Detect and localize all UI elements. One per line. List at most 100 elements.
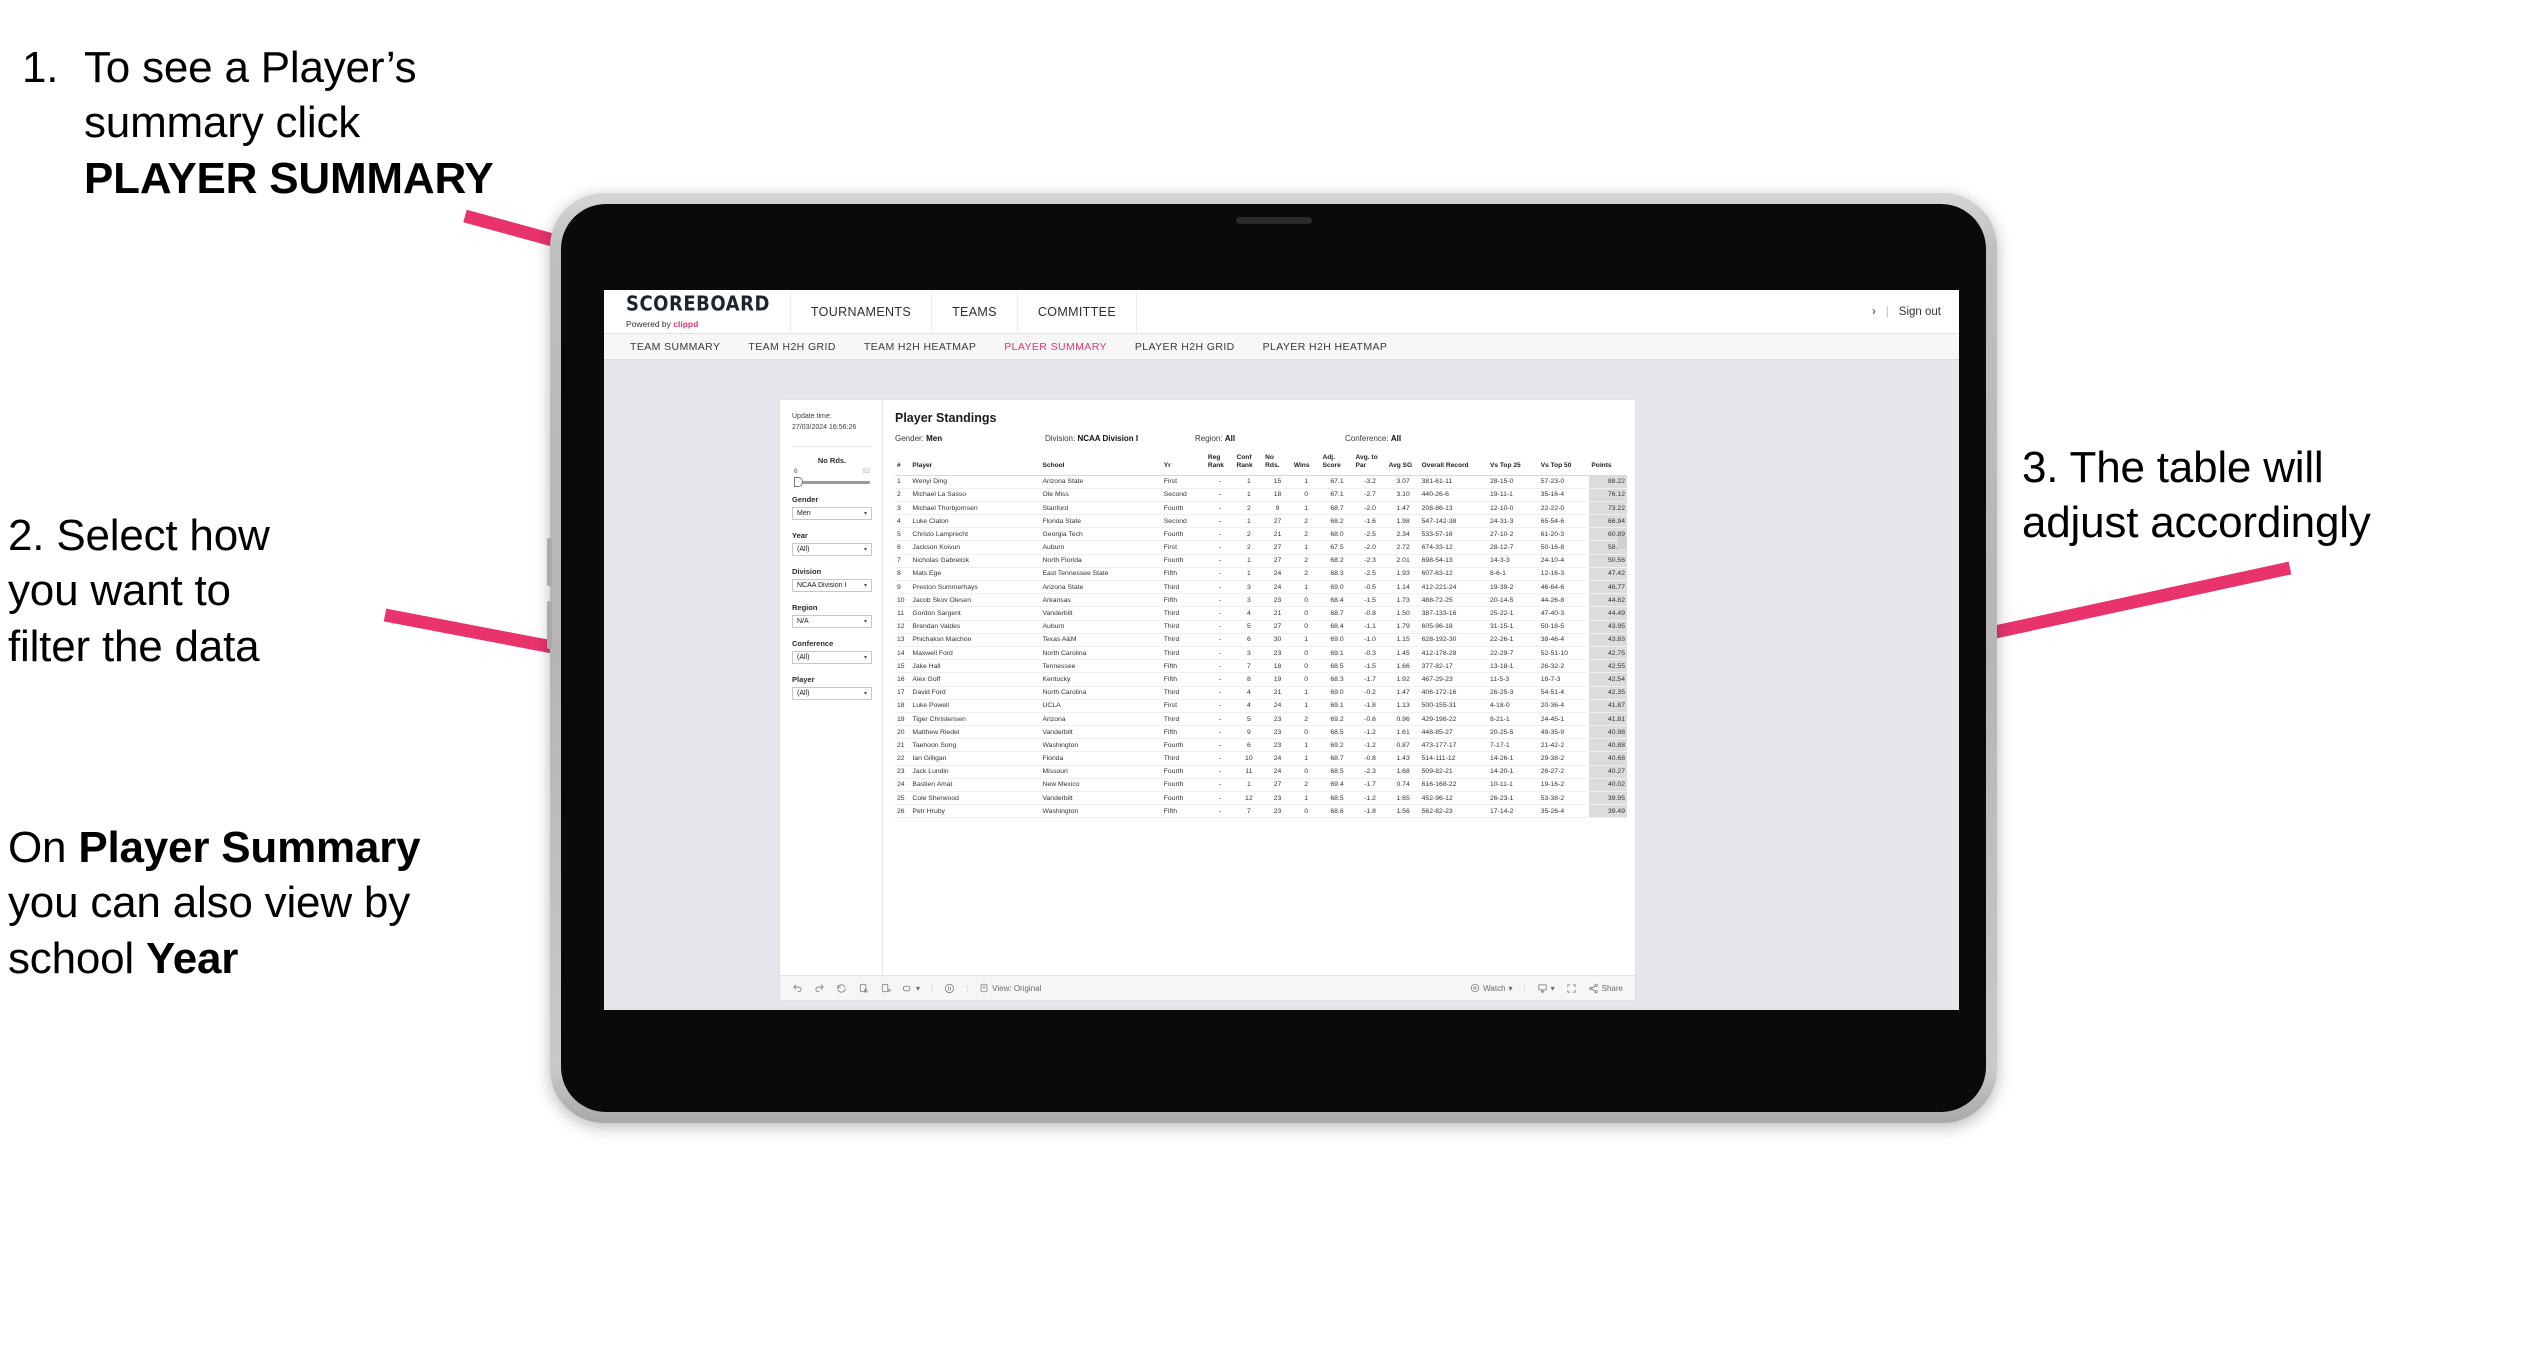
refresh-icon[interactable] — [858, 983, 869, 994]
filter-player-select[interactable]: (All) ▾ — [792, 687, 872, 700]
cell-avg-sg: 1.92 — [1386, 672, 1420, 687]
col-player[interactable]: Player — [910, 452, 1041, 476]
table-row[interactable]: 21 Taehoon Song Washington Fourth -6 23 1 69.2-… — [895, 738, 1627, 753]
filter-region-select[interactable]: N/A ▾ — [792, 615, 872, 628]
tab-team-summary[interactable]: TEAM SUMMARY — [616, 341, 734, 353]
table-row[interactable]: 18 Luke Powell UCLA First -4 24 1 69.1 -1.8 1.13 5… — [895, 699, 1627, 713]
col-wins[interactable]: Wins — [1291, 452, 1321, 476]
top-bar-right: › | Sign out — [1872, 290, 1959, 333]
annotation-step-1-number: 1. — [22, 43, 59, 92]
nav-item-tournaments[interactable]: TOURNAMENTS — [791, 290, 933, 333]
redo-icon[interactable] — [814, 983, 825, 994]
flash-select-icon[interactable]: ▾ — [902, 983, 920, 994]
cell-wins: 1 — [1291, 580, 1321, 595]
pause-auto-update-icon[interactable] — [880, 983, 891, 994]
table-row[interactable]: 8 Mats Ege East Tennessee State Fifth -1 24 2 6… — [895, 567, 1627, 582]
table-row[interactable]: 11 Gordon Sargent Vanderbilt Third -4 21 0 68.7… — [895, 606, 1627, 621]
table-row[interactable]: 6 Jackson Koivun Auburn First -2 27 1 67.5 -2.0 2… — [895, 540, 1627, 555]
table-row[interactable]: 13 Phichaksn Maichon Texas A&M Third -6 30 1 69… — [895, 633, 1627, 647]
slider-track-bar — [798, 481, 870, 484]
nav-item-committee[interactable]: COMMITTEE — [1018, 290, 1138, 333]
table-row[interactable]: 24 Bastien Amat New Mexico Fourth -1 27 2 69.4-… — [895, 778, 1627, 793]
brand-logo: SCOREBOARD Powered by clippd — [604, 290, 791, 333]
table-row[interactable]: 2 Michael La Sasso Ole Miss Second -1 18 0 67.1… — [895, 488, 1627, 502]
table-row[interactable]: 17 David Ford North Carolina Third -4 21 1 69.0… — [895, 686, 1627, 700]
col-vs-top-50[interactable]: Vs Top 50 — [1538, 452, 1590, 476]
col-vs-top-25[interactable]: Vs Top 25 — [1488, 452, 1539, 476]
col-points[interactable]: Points — [1589, 452, 1627, 476]
download-icon[interactable]: ▾ — [1537, 983, 1555, 994]
cell-no-rds: 21 — [1263, 606, 1292, 621]
nav-item-teams[interactable]: TEAMS — [932, 290, 1018, 333]
table-row[interactable]: 26 Petr Hruby Washington Fifth -7 23 0 68.6 -1.8… — [895, 804, 1627, 819]
cell-school: New Mexico — [1040, 778, 1162, 793]
table-scrollbar[interactable] — [1618, 536, 1627, 549]
table-row[interactable]: 4 Luke Claton Florida State Second -1 27 2 68.2… — [895, 514, 1627, 529]
cell-conf-rank: 11 — [1234, 765, 1264, 779]
tab-player-h2h-grid[interactable]: PLAYER H2H GRID — [1121, 341, 1249, 353]
tab-player-h2h-heatmap[interactable]: PLAYER H2H HEATMAP — [1249, 341, 1402, 353]
view-original-button[interactable]: View: Original — [979, 983, 1041, 993]
cell-rank: 25 — [895, 791, 911, 806]
table-row[interactable]: 16 Alex Goff Kentucky Fifth -8 19 0 68.3 -1.7 1.9… — [895, 672, 1627, 687]
col-overall-record[interactable]: Overall Record — [1419, 452, 1488, 476]
col-avg-to-par[interactable]: Avg. to Par — [1353, 452, 1387, 476]
table-row[interactable]: 25 Cole Sherwood Vanderbilt Fourth -12 23 1 68.… — [895, 791, 1627, 806]
table-row[interactable]: 7 Nicholas Gabrelcik North Florida Fourth -1… — [895, 554, 1627, 568]
col-yr[interactable]: Yr — [1161, 452, 1206, 476]
table-row[interactable]: 12 Brendan Valdes Auburn Third -5 27 0 68.4 -1.1… — [895, 620, 1627, 634]
table-row[interactable]: 10 Jacob Skov Olesen Arkansas Fifth -3 23 0 68.… — [895, 593, 1627, 608]
cell-player: Brendan Valdes — [910, 620, 1041, 634]
sign-out-link[interactable]: Sign out — [1899, 306, 1941, 318]
col-adj-score[interactable]: Adj. Score — [1320, 452, 1354, 476]
table-row[interactable]: 9 Preston Summerhays Arizona State Third -3 2… — [895, 580, 1627, 595]
col-school[interactable]: School — [1040, 452, 1162, 476]
cell-adj-score: 67.5 — [1320, 540, 1354, 555]
share-button[interactable]: Share — [1588, 983, 1623, 994]
table-row[interactable]: 19 Tiger Christensen Arizona Third -5 23 2 69.2… — [895, 712, 1627, 727]
filter-conference-select[interactable]: (All) ▾ — [792, 651, 872, 664]
slider-handle[interactable] — [794, 477, 803, 487]
cell-vs-top-25: 22-29-7 — [1488, 646, 1539, 661]
col-avg-sg[interactable]: Avg SG — [1386, 452, 1420, 476]
cell-conf-rank: 4 — [1234, 699, 1264, 713]
table-row[interactable]: 14 Maxwell Ford North Carolina Third -3 23 0 69… — [895, 646, 1627, 661]
table-row[interactable]: 15 Jake Hall Tennessee Fifth -7 18 0 68.5 -1.5 1.… — [895, 659, 1627, 674]
cell-avg-to-par: -0.2 — [1353, 686, 1387, 700]
cell-player: Preston Summerhays — [910, 580, 1041, 595]
col-no-rds[interactable]: No Rds. — [1263, 452, 1292, 476]
tab-team-h2h-heatmap[interactable]: TEAM H2H HEATMAP — [850, 341, 990, 353]
cell-vs-top-25: 19-11-1 — [1488, 488, 1539, 502]
tab-player-summary[interactable]: PLAYER SUMMARY — [990, 341, 1121, 353]
revert-icon[interactable] — [836, 983, 847, 994]
fullscreen-icon[interactable] — [1566, 983, 1577, 994]
meta-region-label: Region: — [1195, 434, 1223, 443]
cell-yr: Fifth — [1161, 672, 1206, 687]
filter-gender-select[interactable]: Men ▾ — [792, 507, 872, 520]
annotation-step-1-body: To see a Player’s summary click PLAYER S… — [84, 40, 542, 206]
chevron-right-icon[interactable]: › — [1872, 306, 1876, 318]
cell-rank: 26 — [895, 804, 911, 819]
table-row[interactable]: 1 Wenyi Ding Arizona State First -1 15 1 67.1 -3… — [895, 475, 1627, 489]
table-row[interactable]: 5 Christo Lamprecht Georgia Tech Fourth -2 21… — [895, 527, 1627, 542]
update-time-value: 27/03/2024 16:56:26 — [792, 423, 857, 431]
filter-year-select[interactable]: (All) ▾ — [792, 543, 872, 556]
watch-button[interactable]: Watch ▾ — [1470, 983, 1513, 993]
filter-division-select[interactable]: NCAA Division I ▾ — [792, 579, 872, 592]
table-row[interactable]: 22 Ian Gilligan Florida Third -10 24 1 68.7 -0.8… — [895, 751, 1627, 766]
col-reg-rank[interactable]: Reg Rank — [1205, 452, 1235, 476]
cell-rank: 15 — [895, 659, 911, 674]
table-row[interactable]: 3 Michael Thorbjornsen Stanford Fourth -2 9 1 6… — [895, 501, 1627, 516]
table-row[interactable]: 23 Jack Lundin Missouri Fourth -11 24 0 68.5 -2.… — [895, 765, 1627, 779]
cell-avg-to-par: -2.5 — [1353, 567, 1387, 582]
no-rds-slider[interactable] — [792, 477, 872, 487]
cell-points: 40.88 — [1589, 738, 1627, 753]
cell-reg-rank: - — [1205, 514, 1235, 529]
cell-rank: 12 — [895, 620, 911, 634]
col-rank[interactable]: # — [895, 452, 911, 476]
col-conf-rank[interactable]: Conf Rank — [1234, 452, 1264, 476]
undo-icon[interactable] — [792, 983, 803, 994]
table-row[interactable]: 20 Matthew Riedel Vanderbilt Fifth -9 23 0 68.5… — [895, 725, 1627, 740]
pause-icon[interactable] — [944, 983, 955, 994]
tab-team-h2h-grid[interactable]: TEAM H2H GRID — [734, 341, 849, 353]
